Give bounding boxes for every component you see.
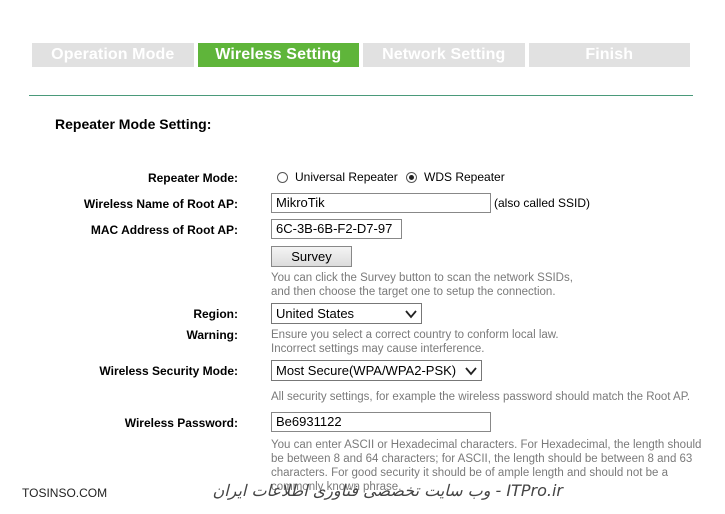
watermark-right: ITPro.ir - وب سایت تخصصی فناوری اطلاعات … xyxy=(212,481,563,500)
warning-line-2: Incorrect settings may cause interferenc… xyxy=(271,343,485,355)
region-value: United States xyxy=(276,306,355,321)
password-hint-1: You can enter ASCII or Hexadecimal chara… xyxy=(271,439,702,451)
security-mode-label: Wireless Security Mode: xyxy=(99,364,238,378)
survey-hint-1: You can click the Survey button to scan … xyxy=(271,272,573,284)
ssid-note: (also called SSID) xyxy=(494,196,591,210)
step-network-setting: Network Setting xyxy=(363,43,525,67)
universal-repeater-radio[interactable] xyxy=(277,172,288,183)
universal-repeater-label: Universal Repeater xyxy=(295,170,398,184)
step-operation-mode: Operation Mode xyxy=(32,43,194,67)
password-label: Wireless Password: xyxy=(124,416,238,430)
root-ap-name-input[interactable]: MikroTik xyxy=(271,193,491,213)
root-ap-mac-label: MAC Address of Root AP: xyxy=(90,223,238,237)
warning-label: Warning: xyxy=(186,328,238,342)
step-wireless-setting: Wireless Setting xyxy=(197,43,359,67)
root-ap-name-label: Wireless Name of Root AP: xyxy=(83,197,238,211)
watermark-left: TOSINSO.COM xyxy=(22,486,108,500)
password-input[interactable]: Be6931122 xyxy=(271,412,491,432)
security-mode-value: Most Secure(WPA/WPA2-PSK) xyxy=(276,363,457,378)
wizard-steps: Operation Mode Wireless Setting Network … xyxy=(32,43,690,67)
divider xyxy=(29,95,693,96)
chevron-down-icon xyxy=(405,310,417,319)
region-select[interactable]: United States xyxy=(271,303,422,324)
step-finish: Finish xyxy=(528,43,690,67)
password-hint-3: characters. For good security it should … xyxy=(271,467,668,479)
security-hint: All security settings, for example the w… xyxy=(271,391,691,403)
chevron-down-icon xyxy=(465,367,477,376)
password-hint-2: be between 8 and 64 characters; for ASCI… xyxy=(271,453,693,465)
security-mode-select[interactable]: Most Secure(WPA/WPA2-PSK) xyxy=(271,360,482,381)
warning-line-1: Ensure you select a correct country to c… xyxy=(271,329,559,341)
survey-button[interactable]: Survey xyxy=(271,246,352,267)
root-ap-mac-input[interactable]: 6C-3B-6B-F2-D7-97 xyxy=(271,219,402,239)
repeater-mode-label: Repeater Mode: xyxy=(147,171,238,185)
region-label: Region: xyxy=(193,307,238,321)
survey-hint-2: and then choose the target one to setup … xyxy=(271,286,556,298)
wds-repeater-radio[interactable] xyxy=(406,172,417,183)
section-title: Repeater Mode Setting: xyxy=(55,116,212,132)
wds-repeater-label: WDS Repeater xyxy=(424,170,505,184)
